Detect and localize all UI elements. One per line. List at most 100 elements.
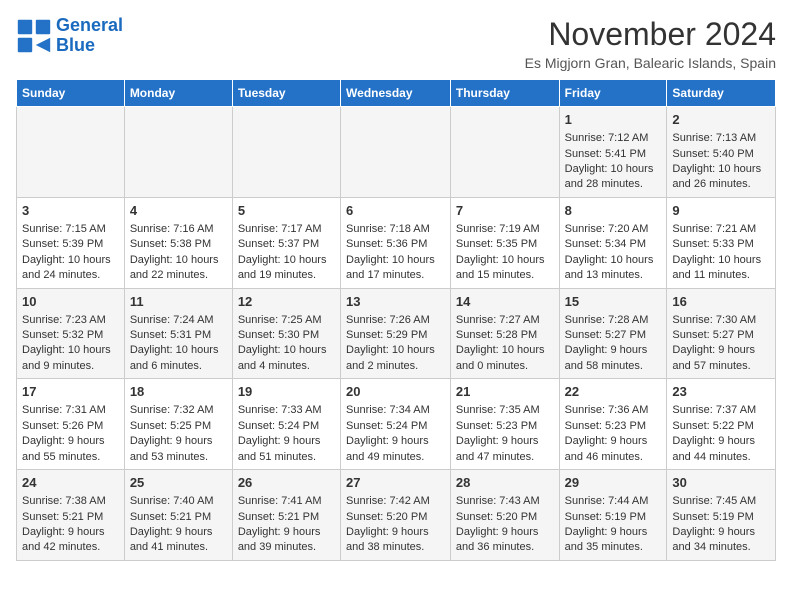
daylight-text: Daylight: 10 hours and 6 minutes. xyxy=(130,343,227,374)
header-saturday: Saturday xyxy=(667,80,776,107)
sunrise-text: Sunrise: 7:41 AM xyxy=(238,494,335,509)
sunrise-text: Sunrise: 7:27 AM xyxy=(456,313,554,328)
sunset-text: Sunset: 5:37 PM xyxy=(238,237,335,252)
day-number: 3 xyxy=(22,202,119,220)
calendar-cell xyxy=(17,107,125,198)
calendar-cell xyxy=(124,107,232,198)
calendar-cell: 11 Sunrise: 7:24 AMSunset: 5:31 PMDayligh… xyxy=(124,288,232,379)
sunrise-text: Sunrise: 7:43 AM xyxy=(456,494,554,509)
day-number: 17 xyxy=(22,383,119,401)
sunset-text: Sunset: 5:31 PM xyxy=(130,328,227,343)
calendar-cell xyxy=(232,107,340,198)
calendar-cell: 4Sunrise: 7:16 AMSunset: 5:38 PMDaylight… xyxy=(124,197,232,288)
daylight-text: Daylight: 10 hours and 9 minutes. xyxy=(22,343,119,374)
daylight-text: Daylight: 10 hours and 4 minutes. xyxy=(238,343,335,374)
calendar-week-row: 24Sunrise: 7:38 AMSunset: 5:21 PMDayligh… xyxy=(17,470,776,561)
header-thursday: Thursday xyxy=(450,80,559,107)
sunrise-text: Sunrise: 7:40 AM xyxy=(130,494,227,509)
day-number: 5 xyxy=(238,202,335,220)
sunrise-text: Sunrise: 7:26 AM xyxy=(346,313,445,328)
sunrise-text: Sunrise: 7:16 AM xyxy=(130,222,227,237)
sunrise-text: Sunrise: 7:28 AM xyxy=(565,313,662,328)
sunrise-text: Sunrise: 7:25 AM xyxy=(238,313,335,328)
sunset-text: Sunset: 5:32 PM xyxy=(22,328,119,343)
sunrise-text: Sunrise: 7:24 AM xyxy=(130,313,227,328)
daylight-text: Daylight: 10 hours and 0 minutes. xyxy=(456,343,554,374)
calendar-cell: 25Sunrise: 7:40 AMSunset: 5:21 PMDayligh… xyxy=(124,470,232,561)
daylight-text: Daylight: 10 hours and 28 minutes. xyxy=(565,162,662,193)
daylight-text: Daylight: 10 hours and 15 minutes. xyxy=(456,253,554,284)
daylight-text: Daylight: 9 hours and 44 minutes. xyxy=(672,434,770,465)
day-number: 12 xyxy=(238,293,335,311)
header: General Blue November 2024 Es Migjorn Gr… xyxy=(16,16,776,71)
sunset-text: Sunset: 5:23 PM xyxy=(565,419,662,434)
sunset-text: Sunset: 5:26 PM xyxy=(22,419,119,434)
sunset-text: Sunset: 5:30 PM xyxy=(238,328,335,343)
sunset-text: Sunset: 5:24 PM xyxy=(346,419,445,434)
daylight-text: Daylight: 9 hours and 49 minutes. xyxy=(346,434,445,465)
calendar-cell: 28Sunrise: 7:43 AMSunset: 5:20 PMDayligh… xyxy=(450,470,559,561)
calendar-cell: 2Sunrise: 7:13 AMSunset: 5:40 PMDaylight… xyxy=(667,107,776,198)
header-monday: Monday xyxy=(124,80,232,107)
day-number: 9 xyxy=(672,202,770,220)
sunset-text: Sunset: 5:38 PM xyxy=(130,237,227,252)
day-number: 26 xyxy=(238,474,335,492)
daylight-text: Daylight: 9 hours and 34 minutes. xyxy=(672,525,770,556)
calendar-week-row: 10Sunrise: 7:23 AMSunset: 5:32 PMDayligh… xyxy=(17,288,776,379)
calendar-cell xyxy=(450,107,559,198)
day-number: 13 xyxy=(346,293,445,311)
calendar-cell: 30Sunrise: 7:45 AMSunset: 5:19 PMDayligh… xyxy=(667,470,776,561)
sunrise-text: Sunrise: 7:38 AM xyxy=(22,494,119,509)
day-number: 30 xyxy=(672,474,770,492)
header-friday: Friday xyxy=(559,80,667,107)
day-number: 7 xyxy=(456,202,554,220)
location: Es Migjorn Gran, Balearic Islands, Spain xyxy=(525,55,776,71)
sunset-text: Sunset: 5:35 PM xyxy=(456,237,554,252)
day-number: 27 xyxy=(346,474,445,492)
sunrise-text: Sunrise: 7:36 AM xyxy=(565,403,662,418)
day-number: 1 xyxy=(565,111,662,129)
month-title: November 2024 xyxy=(525,16,776,53)
daylight-text: Daylight: 9 hours and 39 minutes. xyxy=(238,525,335,556)
calendar-cell: 29Sunrise: 7:44 AMSunset: 5:19 PMDayligh… xyxy=(559,470,667,561)
sunrise-text: Sunrise: 7:13 AM xyxy=(672,131,770,146)
daylight-text: Daylight: 9 hours and 41 minutes. xyxy=(130,525,227,556)
logo-line1: General xyxy=(56,15,123,35)
sunset-text: Sunset: 5:20 PM xyxy=(456,510,554,525)
daylight-text: Daylight: 9 hours and 38 minutes. xyxy=(346,525,445,556)
calendar-cell: 7Sunrise: 7:19 AMSunset: 5:35 PMDaylight… xyxy=(450,197,559,288)
calendar-cell: 9Sunrise: 7:21 AMSunset: 5:33 PMDaylight… xyxy=(667,197,776,288)
sunrise-text: Sunrise: 7:15 AM xyxy=(22,222,119,237)
calendar-week-row: 3Sunrise: 7:15 AMSunset: 5:39 PMDaylight… xyxy=(17,197,776,288)
calendar-cell: 10Sunrise: 7:23 AMSunset: 5:32 PMDayligh… xyxy=(17,288,125,379)
day-number: 28 xyxy=(456,474,554,492)
sunrise-text: Sunrise: 7:31 AM xyxy=(22,403,119,418)
sunrise-text: Sunrise: 7:21 AM xyxy=(672,222,770,237)
day-number: 24 xyxy=(22,474,119,492)
daylight-text: Daylight: 10 hours and 24 minutes. xyxy=(22,253,119,284)
day-number: 11 xyxy=(130,293,227,311)
sunrise-text: Sunrise: 7:44 AM xyxy=(565,494,662,509)
calendar-cell: 18Sunrise: 7:32 AMSunset: 5:25 PMDayligh… xyxy=(124,379,232,470)
sunrise-text: Sunrise: 7:42 AM xyxy=(346,494,445,509)
calendar-header-row: SundayMondayTuesdayWednesdayThursdayFrid… xyxy=(17,80,776,107)
calendar-cell: 24Sunrise: 7:38 AMSunset: 5:21 PMDayligh… xyxy=(17,470,125,561)
sunset-text: Sunset: 5:21 PM xyxy=(238,510,335,525)
sunrise-text: Sunrise: 7:45 AM xyxy=(672,494,770,509)
daylight-text: Daylight: 10 hours and 13 minutes. xyxy=(565,253,662,284)
calendar-cell: 5Sunrise: 7:17 AMSunset: 5:37 PMDaylight… xyxy=(232,197,340,288)
sunset-text: Sunset: 5:22 PM xyxy=(672,419,770,434)
daylight-text: Daylight: 10 hours and 2 minutes. xyxy=(346,343,445,374)
calendar-cell xyxy=(341,107,451,198)
calendar-cell: 8Sunrise: 7:20 AMSunset: 5:34 PMDaylight… xyxy=(559,197,667,288)
sunrise-text: Sunrise: 7:35 AM xyxy=(456,403,554,418)
sunset-text: Sunset: 5:19 PM xyxy=(565,510,662,525)
daylight-text: Daylight: 10 hours and 26 minutes. xyxy=(672,162,770,193)
calendar-cell: 15Sunrise: 7:28 AMSunset: 5:27 PMDayligh… xyxy=(559,288,667,379)
sunrise-text: Sunrise: 7:32 AM xyxy=(130,403,227,418)
sunset-text: Sunset: 5:21 PM xyxy=(130,510,227,525)
sunset-text: Sunset: 5:21 PM xyxy=(22,510,119,525)
sunrise-text: Sunrise: 7:34 AM xyxy=(346,403,445,418)
day-number: 23 xyxy=(672,383,770,401)
day-number: 21 xyxy=(456,383,554,401)
